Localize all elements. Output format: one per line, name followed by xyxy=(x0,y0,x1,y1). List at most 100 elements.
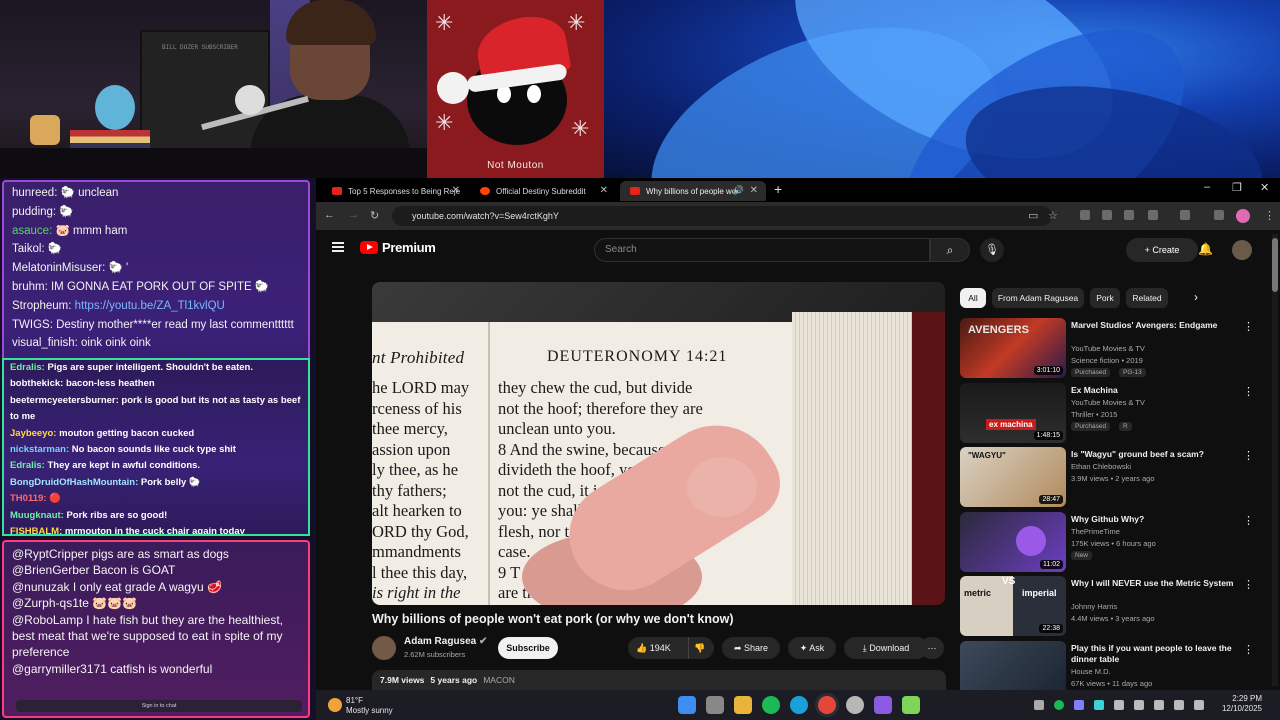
youtube-premium-logo[interactable]: Premium xyxy=(360,240,436,255)
video-thumbnail[interactable]: "WAGYU" 28:47 xyxy=(960,447,1066,507)
dislike-icon[interactable]: 👎 xyxy=(694,637,705,659)
recommendation-title[interactable]: Why I will NEVER use the Metric System xyxy=(1071,578,1243,589)
tab-top5[interactable]: Top 5 Responses to Being Reje ✕ xyxy=(322,181,468,201)
recommendation-channel[interactable]: Johnny Harris xyxy=(1071,602,1117,611)
scrollbar-thumb[interactable] xyxy=(1272,238,1278,292)
more-options-icon[interactable]: ⋮ xyxy=(1243,643,1254,656)
edge-icon[interactable] xyxy=(790,696,808,714)
chip-from-channel[interactable]: From Adam Ragusea xyxy=(992,288,1084,308)
browser-profile-avatar[interactable] xyxy=(1236,209,1250,223)
tray-spotify-icon[interactable] xyxy=(1054,700,1064,710)
chat-username[interactable]: asauce: xyxy=(12,225,52,237)
recommendation-title[interactable]: Marvel Studios' Avengers: Endgame xyxy=(1071,320,1243,331)
recommendation-card[interactable]: metric VS imperial 22:38 Why I will NEVER us… xyxy=(960,576,1260,636)
video-player[interactable]: nt Prohibited DEUTERONOMY 14:21 he LORD … xyxy=(372,282,945,605)
description-box[interactable]: 7.9M views 5 years ago MACON xyxy=(372,670,946,690)
audio-playing-icon[interactable]: 🔊 xyxy=(733,185,744,196)
spotify-icon[interactable] xyxy=(762,696,780,714)
tab-subreddit[interactable]: Official Destiny Subreddit ✕ xyxy=(470,181,616,201)
microphone-icon[interactable]: 🎙 xyxy=(980,238,1004,262)
chat-username[interactable]: @Zurph-qs1te xyxy=(12,596,89,610)
hamburger-menu-icon[interactable] xyxy=(332,242,344,244)
extension-icon[interactable] xyxy=(1102,210,1112,220)
chat-username[interactable]: @nunuzak xyxy=(12,580,70,594)
chat-username[interactable]: Jaybeeyo: xyxy=(10,428,56,439)
close-window-icon[interactable]: ✕ xyxy=(1260,181,1269,194)
ask-button[interactable]: ✦ Ask xyxy=(788,637,836,659)
extension-icon[interactable] xyxy=(1080,210,1090,220)
recommendation-channel[interactable]: House M.D. xyxy=(1071,667,1111,676)
bookmark-star-icon[interactable]: ☆ xyxy=(1048,209,1058,222)
recommendation-channel[interactable]: YouTube Movies & TV xyxy=(1071,344,1145,353)
tray-app-icon[interactable] xyxy=(1154,700,1164,710)
extension-icon[interactable] xyxy=(1124,210,1134,220)
chat-username[interactable]: bruhm: xyxy=(12,281,48,293)
chat-username[interactable]: visual_finish: xyxy=(12,337,78,349)
recommendation-channel[interactable]: YouTube Movies & TV xyxy=(1071,398,1145,407)
file-explorer-icon[interactable] xyxy=(734,696,752,714)
share-button[interactable]: ➦ Share xyxy=(722,637,780,659)
minimize-icon[interactable]: – xyxy=(1204,181,1210,193)
chip-pork[interactable]: Pork xyxy=(1090,288,1120,308)
sign-in-to-chat-button[interactable]: Sign in to chat xyxy=(16,700,302,712)
chat-username[interactable]: @BrienGerber xyxy=(12,563,90,577)
chat-username[interactable]: Taikol: xyxy=(12,243,45,255)
media-control-icon[interactable] xyxy=(1214,210,1224,220)
create-button[interactable]: + Create xyxy=(1126,238,1198,262)
tray-app-icon[interactable] xyxy=(1094,700,1104,710)
address-bar[interactable]: youtube.com/watch?v=Sew4rctKghY xyxy=(392,206,1052,226)
channel-name[interactable]: Adam Ragusea ✔ xyxy=(404,636,487,647)
back-icon[interactable]: ← xyxy=(324,209,335,221)
subscribe-button[interactable]: Subscribe xyxy=(498,637,558,659)
new-tab-icon[interactable]: + xyxy=(774,181,782,197)
chip-all[interactable]: All xyxy=(960,288,986,308)
recommendation-title[interactable]: Is "Wagyu" ground beef a scam? xyxy=(1071,449,1243,460)
recommendation-title[interactable]: Why Github Why? xyxy=(1071,514,1243,525)
task-view-icon[interactable] xyxy=(706,696,724,714)
chat-username[interactable]: pudding: xyxy=(12,206,56,218)
chat-username[interactable]: Edralis: xyxy=(10,460,45,471)
chrome-icon[interactable] xyxy=(818,696,836,714)
chat-username[interactable]: TH0119: xyxy=(10,493,46,504)
more-options-icon[interactable]: ⋮ xyxy=(1243,385,1254,398)
tray-network-icon[interactable] xyxy=(1174,700,1184,710)
reload-icon[interactable]: ↻ xyxy=(370,209,379,222)
recommendation-card[interactable]: ex machina 1:48:15 Ex Machina YouTube Movie… xyxy=(960,382,1260,443)
chat-username[interactable]: nickstarman: xyxy=(10,444,69,455)
close-tab-icon[interactable]: ✕ xyxy=(452,185,460,196)
tray-app-icon[interactable] xyxy=(1114,700,1124,710)
recommendation-title[interactable]: Ex Machina xyxy=(1071,385,1243,396)
chip-related[interactable]: Related xyxy=(1126,288,1168,308)
notifications-bell-icon[interactable]: 🔔 xyxy=(1198,242,1213,256)
chat-text[interactable]: https://youtu.be/ZA_Tl1kvlQU xyxy=(71,300,225,312)
like-button[interactable]: 👍 194K xyxy=(636,637,671,659)
video-thumbnail[interactable]: 11:02 xyxy=(960,511,1066,572)
tray-chevron-icon[interactable] xyxy=(1034,700,1044,710)
recommendation-channel[interactable]: Ethan Chlebowski xyxy=(1071,462,1131,471)
search-input[interactable]: Search xyxy=(594,238,930,262)
tray-volume-icon[interactable] xyxy=(1194,700,1204,710)
chat-username[interactable]: Muugknaut: xyxy=(10,510,64,521)
more-options-icon[interactable]: ⋮ xyxy=(1243,578,1254,591)
video-thumbnail[interactable]: ex machina 1:48:15 xyxy=(960,382,1066,443)
chat-username[interactable]: TWIGS: xyxy=(12,319,53,331)
video-thumbnail[interactable]: AVENGERS 3:01:10 xyxy=(960,318,1066,378)
chat-username[interactable]: beetermcyeetersburner: xyxy=(10,395,119,406)
sidebar-icon[interactable] xyxy=(1180,210,1190,220)
recommendation-card[interactable]: 11:02 Why Github Why? ThePrimeTime 175K vie… xyxy=(960,511,1260,572)
chat-username[interactable]: @RyptCripper xyxy=(12,547,88,561)
video-thumbnail[interactable]: metric VS imperial 22:38 xyxy=(960,576,1066,636)
recommendation-card[interactable]: "WAGYU" 28:47 Is "Wagyu" ground beef a sca… xyxy=(960,447,1260,507)
more-actions-icon[interactable]: ⋯ xyxy=(920,637,944,659)
chat-username[interactable]: Edralis: xyxy=(10,362,45,373)
puzzle-icon[interactable] xyxy=(1148,210,1158,220)
app-icon[interactable] xyxy=(874,696,892,714)
close-tab-icon[interactable]: ✕ xyxy=(750,185,758,196)
more-options-icon[interactable]: ⋮ xyxy=(1243,320,1254,333)
recommendation-channel[interactable]: ThePrimeTime xyxy=(1071,527,1120,536)
more-options-icon[interactable]: ⋮ xyxy=(1243,514,1254,527)
download-button[interactable]: ⤓ Download xyxy=(844,637,928,659)
channel-avatar[interactable] xyxy=(372,636,396,660)
chat-username[interactable]: BongDruidOfHashMountain: xyxy=(10,477,138,488)
chevron-right-icon[interactable]: › xyxy=(1194,290,1198,304)
